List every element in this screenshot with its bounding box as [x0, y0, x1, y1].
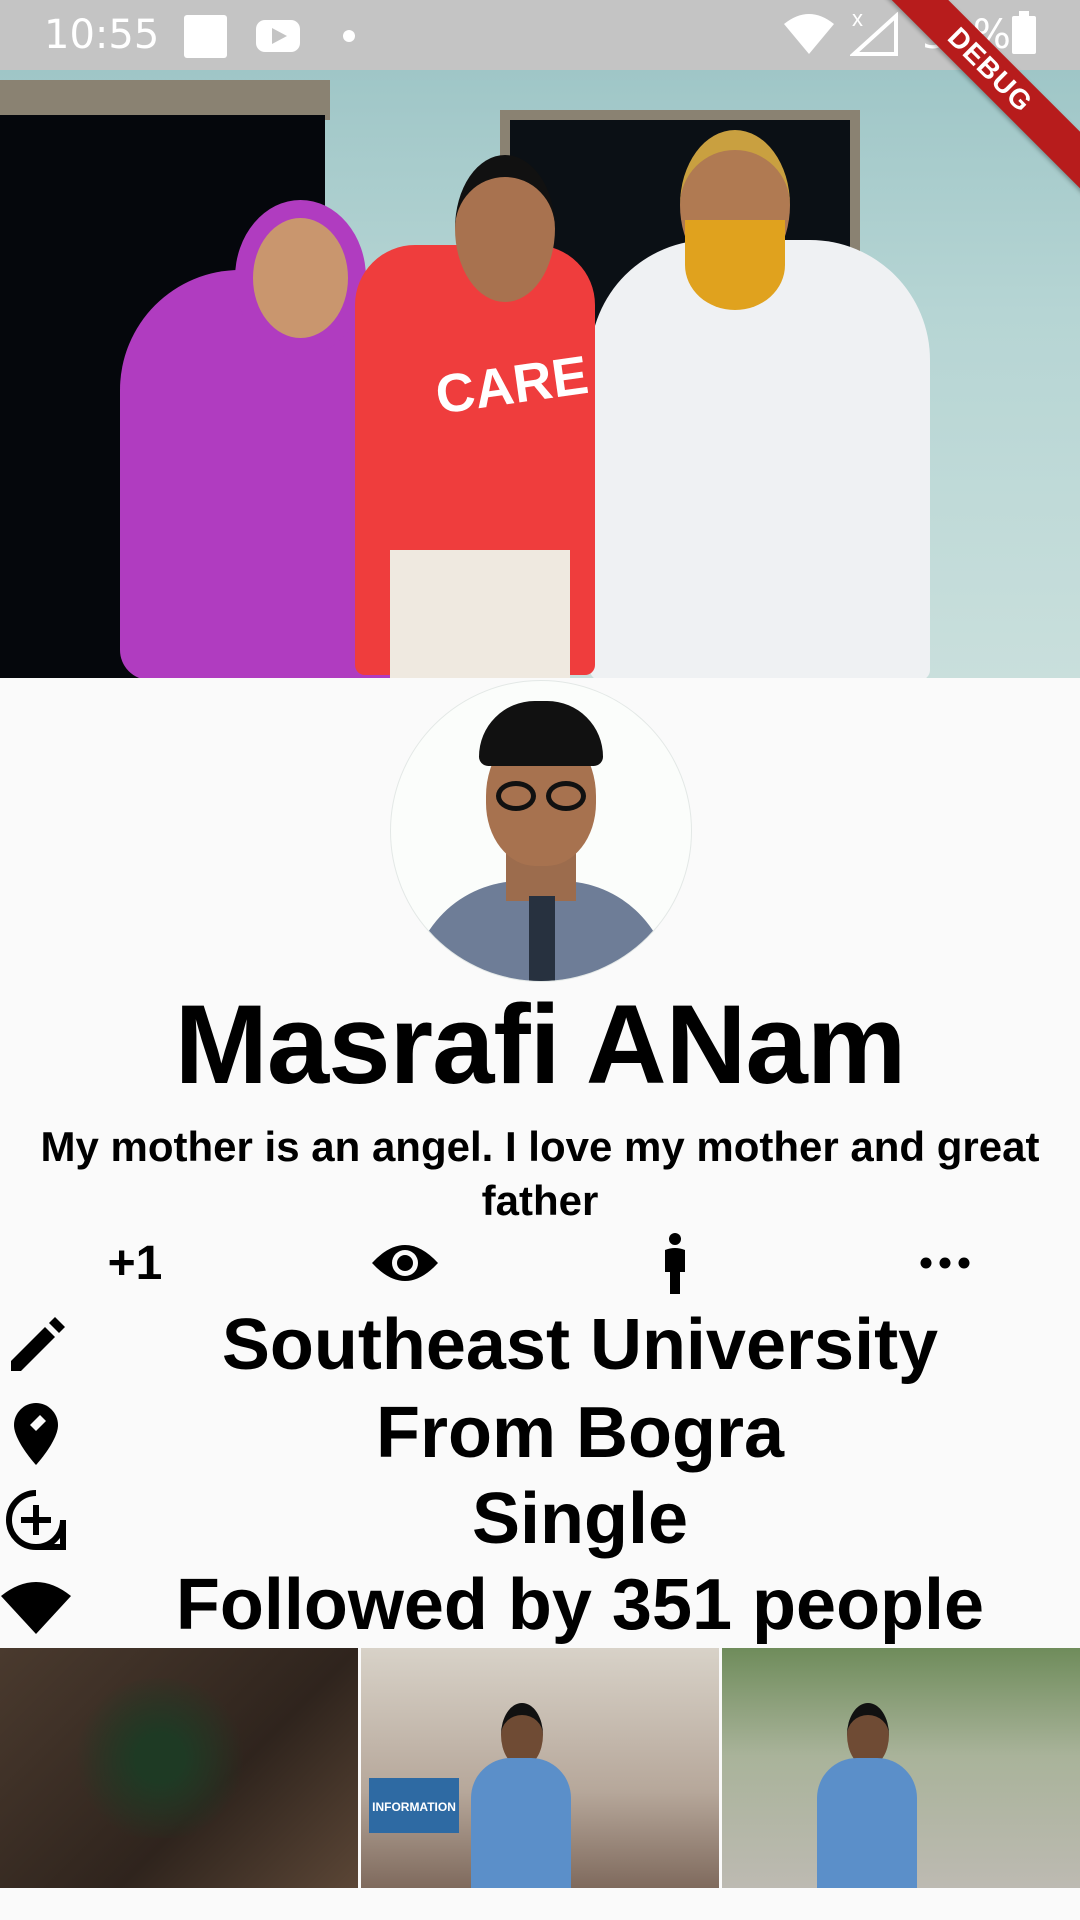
photo-gallery: INFORMATION — [0, 1648, 1080, 1888]
door-frame — [0, 80, 330, 120]
wifi-signal-icon — [784, 14, 834, 54]
profile-avatar[interactable] — [390, 680, 692, 982]
avatar-tie — [529, 896, 555, 981]
info-text-education: Southeast University — [221, 1305, 939, 1385]
cover-photo[interactable]: CARE — [0, 70, 1080, 678]
avatar-hair — [479, 701, 603, 766]
info-row-followers: Followed by 351 people — [0, 1562, 1080, 1648]
battery-icon — [1012, 11, 1036, 54]
notification-square-icon — [184, 15, 227, 58]
dot-icon — [343, 30, 355, 42]
father-figure — [590, 240, 930, 678]
info-text-location: From Bogra — [375, 1393, 785, 1473]
add-circle-icon[interactable] — [0, 1484, 72, 1556]
tree-decoration — [70, 1678, 250, 1838]
youtube-icon — [256, 20, 300, 52]
gallery-photo-street[interactable] — [722, 1648, 1080, 1888]
profile-name: Masrafi ANam — [174, 982, 907, 1107]
status-time: 10:55 — [44, 12, 160, 58]
profile-bio: My mother is an angel. I love my mother … — [40, 1123, 1040, 1224]
son-head — [455, 155, 555, 302]
eye-icon[interactable] — [365, 1228, 445, 1298]
man-figure — [471, 1703, 571, 1888]
sign-text: INFORMATION — [372, 1800, 456, 1814]
cell-signal-icon — [850, 12, 898, 56]
avatar-glasses — [491, 781, 591, 811]
more-horiz-icon[interactable] — [910, 1228, 980, 1298]
mother-head — [235, 200, 366, 356]
wifi-icon[interactable] — [0, 1570, 72, 1642]
action-row: +1 — [0, 1228, 1080, 1298]
information-sign: INFORMATION — [369, 1778, 459, 1833]
man-figure-street — [817, 1703, 917, 1888]
father-beard — [685, 220, 785, 310]
gallery-photo-mall[interactable]: INFORMATION — [361, 1648, 719, 1888]
shirt-print: CARE — [431, 344, 592, 426]
location-icon[interactable] — [0, 1398, 72, 1470]
son-pants — [390, 550, 570, 678]
plus-one-button[interactable]: +1 — [100, 1228, 170, 1298]
person-icon[interactable] — [640, 1228, 710, 1298]
gallery-photo-tree[interactable] — [0, 1648, 358, 1888]
info-row-relationship: Single — [0, 1476, 1080, 1562]
info-row-location: From Bogra — [0, 1390, 1080, 1476]
info-text-followers: Followed by 351 people — [175, 1565, 985, 1645]
info-text-relationship: Single — [471, 1479, 689, 1559]
info-row-education: Southeast University — [0, 1302, 1080, 1388]
edit-icon[interactable] — [0, 1310, 72, 1382]
